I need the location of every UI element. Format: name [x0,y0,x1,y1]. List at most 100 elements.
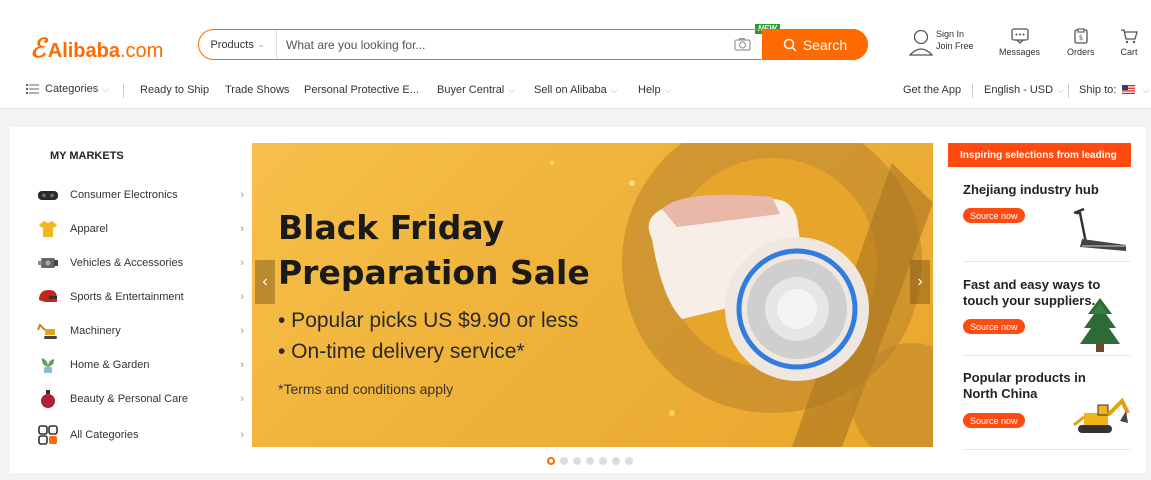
chevron-right-icon: › [240,257,244,269]
banner-terms: *Terms and conditions apply [278,381,454,397]
menu-icon [26,84,39,94]
categories-dropdown[interactable]: Categories ⌵ [26,83,109,95]
plant-icon [36,355,60,375]
carousel-dot[interactable] [573,457,581,465]
nav-link-trade-shows[interactable]: Trade Shows [225,84,289,96]
carousel-dot[interactable] [547,457,555,465]
card-title-zhejiang[interactable]: Zhejiang industry hub [963,182,1123,198]
orders-link[interactable]: $ Orders [1067,28,1095,57]
user-icon [909,29,933,56]
chevron-right-icon: › [240,359,244,371]
nav-link-buyer-central[interactable]: Buyer Central ⌵ [437,84,515,96]
us-flag-icon [1122,85,1136,94]
cart-link[interactable]: Cart [1120,28,1138,57]
banner-bullet-1: • Popular picks US $9.90 or less [278,309,579,332]
market-item-sports[interactable]: Sports & Entertainment › [36,285,244,309]
carousel-dot[interactable] [586,457,594,465]
nav-link-ready-to-ship[interactable]: Ready to Ship [140,84,209,96]
banner-next-arrow[interactable]: › [910,260,930,304]
get-the-app-link[interactable]: Get the App [903,84,961,96]
sign-in-link[interactable]: Sign In Join Free [909,28,974,58]
market-item-all-categories[interactable]: All Categories › [36,423,244,447]
nav-divider [972,84,973,98]
orders-icon: $ [1074,28,1088,44]
perfume-icon [36,389,60,409]
my-markets-title: MY MARKETS [50,150,124,162]
excavator-icon [36,321,60,341]
market-label: Sports & Entertainment [70,291,184,303]
carousel-dot[interactable] [599,457,607,465]
sell-on-alibaba-label: Sell on Alibaba [534,84,607,96]
market-item-beauty[interactable]: Beauty & Personal Care › [36,387,244,411]
ship-to-label: Ship to: [1079,84,1117,96]
market-item-vehicles[interactable]: Vehicles & Accessories › [36,251,244,275]
nav-link-personal-protective[interactable]: Personal Protective E... [304,84,419,96]
source-now-button[interactable]: Source now [963,413,1025,428]
chevron-down-icon: ⌵ [1057,85,1064,95]
message-icon [1010,28,1029,44]
cart-icon [1121,29,1138,44]
chevron-down-icon: ⌵ [664,85,672,95]
vr-headset-icon [36,185,60,205]
grid-icon [36,425,60,445]
shirt-icon [36,219,60,239]
carousel-dot[interactable] [560,457,568,465]
card-divider [963,449,1131,450]
card-divider [963,355,1131,356]
search-category-label: Products [210,38,254,51]
market-item-consumer-electronics[interactable]: Consumer Electronics › [36,183,244,207]
camera-icon[interactable] [732,35,756,55]
join-free-label: Join Free [936,41,974,51]
christmas-tree-icon [1080,298,1120,352]
search-input[interactable] [277,30,732,59]
category-nav-bar: Categories ⌵ Ready to Ship Trade Shows P… [0,72,1151,109]
promo-banner[interactable]: Black Friday Preparation Sale • Popular … [252,143,933,447]
messages-link[interactable]: Messages [999,28,1040,57]
carousel-dot[interactable] [625,457,633,465]
chevron-down-icon: ⌵ [1142,85,1150,95]
search-bar: Products ⌄ Search [198,29,868,60]
card-divider [963,261,1131,262]
alibaba-logo[interactable]: ℰ Alibaba.com [30,34,163,64]
help-label: Help [638,84,661,96]
chevron-down-icon: ⌵ [610,85,618,95]
ship-to-selector[interactable]: Ship to: ⌵ [1079,84,1149,96]
logo-wordmark: Alibaba.com [48,40,164,63]
chevron-down-icon: ⌄ [257,40,265,49]
ipl-device-icon [648,194,869,381]
chevron-down-icon: ⌵ [508,85,516,95]
nav-divider [123,84,124,98]
top-header: ℰ Alibaba.com NEW Products ⌄ Search Sign… [0,0,1151,72]
logo-suffix: .com [120,40,164,62]
market-item-home-garden[interactable]: Home & Garden › [36,353,244,377]
source-now-button[interactable]: Source now [963,319,1025,334]
sign-in-label: Sign In [936,29,965,39]
market-item-apparel[interactable]: Apparel › [36,217,244,241]
sign-in-text: Sign In Join Free [936,28,974,52]
banner-title-line1: Black Friday [278,208,505,247]
helmet-icon [36,287,60,307]
chevron-right-icon: › [240,429,244,441]
search-button[interactable]: Search [762,29,868,60]
carousel-dot[interactable] [612,457,620,465]
banner-prev-arrow[interactable]: ‹ [255,260,275,304]
chevron-right-icon: › [240,325,244,337]
market-label: Vehicles & Accessories [70,257,184,269]
categories-label: Categories [45,83,99,95]
cart-label: Cart [1120,47,1138,57]
search-category-dropdown[interactable]: Products ⌄ [199,30,277,59]
search-icon [783,38,797,52]
market-item-machinery[interactable]: Machinery › [36,319,244,343]
market-label: Consumer Electronics [70,189,178,201]
logo-mark: ℰ [30,34,46,64]
market-label: Home & Garden [70,359,150,371]
market-label: Apparel [70,223,108,235]
orders-label: Orders [1067,47,1095,57]
nav-link-help[interactable]: Help ⌵ [638,84,671,96]
language-currency-selector[interactable]: English - USD ⌵ [984,84,1064,96]
source-now-button[interactable]: Source now [963,208,1025,223]
treadmill-icon [1073,207,1126,251]
language-currency-label: English - USD [984,84,1054,96]
nav-link-sell-on-alibaba[interactable]: Sell on Alibaba ⌵ [534,84,618,96]
buyer-central-label: Buyer Central [437,84,505,96]
